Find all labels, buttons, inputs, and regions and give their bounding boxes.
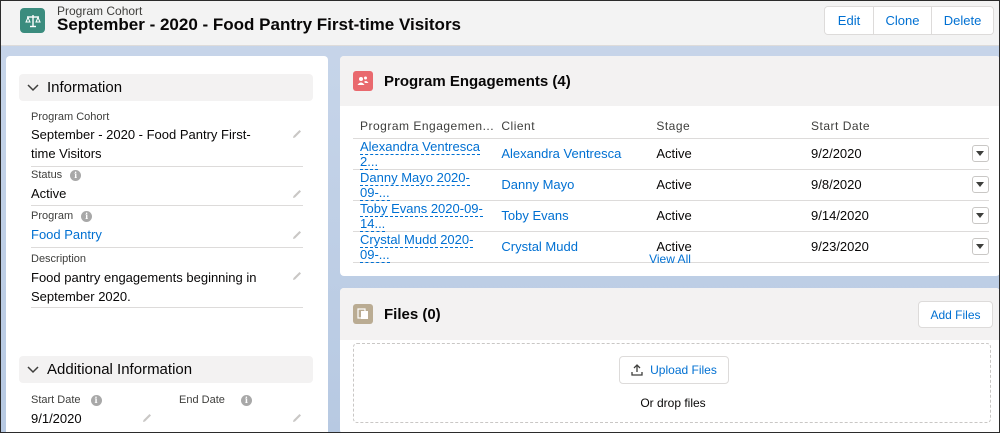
record-header: Program Cohort September - 2020 - Food P… — [1, 1, 999, 46]
field-label: Start Date — [31, 394, 81, 406]
clone-button[interactable]: Clone — [874, 7, 932, 34]
table-row: Danny Mayo 2020-09-... Danny Mayo Active… — [353, 169, 989, 201]
field-label: Program — [31, 210, 74, 222]
field-value: September - 2020 - Food Pantry First-tim… — [31, 127, 251, 161]
engagement-link[interactable]: Danny Mayo 2020-09-... — [360, 169, 470, 201]
column-header[interactable]: Program Engagemen... — [353, 115, 495, 139]
table-header-row: Program Engagemen... Client Stage Start … — [353, 115, 989, 139]
row-actions-dropdown[interactable] — [971, 207, 989, 224]
card-header: Files (0) Add Files — [340, 288, 999, 340]
pencil-icon[interactable] — [291, 188, 303, 200]
upload-icon — [631, 364, 643, 376]
file-dropzone[interactable]: Upload Files Or drop files — [353, 343, 991, 423]
page-title: September - 2020 - Food Pantry First-tim… — [57, 15, 462, 34]
info-icon[interactable]: i — [240, 394, 252, 406]
row-actions-dropdown[interactable] — [971, 176, 989, 193]
app-frame: Program Cohort September - 2020 - Food P… — [0, 0, 1000, 433]
program-cohort-icon — [20, 8, 45, 33]
pencil-icon[interactable] — [291, 128, 303, 140]
engagement-icon — [353, 71, 373, 91]
files-icon — [353, 304, 373, 324]
card-header: Program Engagements (4) — [340, 56, 999, 106]
section-title: Information — [47, 79, 123, 96]
field-value: Active — [31, 186, 67, 201]
field-label: Description — [31, 253, 87, 265]
record-actions: Edit Clone Delete — [824, 6, 994, 35]
add-files-button[interactable]: Add Files — [918, 301, 993, 328]
caret-down-icon — [976, 182, 985, 187]
column-header[interactable]: Start Date — [804, 115, 959, 139]
program-field: Program i Food Pantry — [31, 210, 303, 248]
column-header[interactable]: Stage — [649, 115, 805, 139]
client-link[interactable]: Toby Evans — [494, 200, 650, 232]
stage-cell: Active — [649, 138, 805, 170]
table-row: Alexandra Ventresca 2... Alexandra Ventr… — [353, 138, 989, 170]
engagements-table: Program Engagemen... Client Stage Start … — [353, 115, 989, 263]
client-link[interactable]: Alexandra Ventresca — [494, 138, 650, 170]
status-field: Status i Active — [31, 169, 303, 206]
files-card: Files (0) Add Files Upload Files Or drop… — [340, 288, 999, 432]
program-cohort-field: Program Cohort September - 2020 - Food P… — [31, 111, 303, 167]
field-label: Program Cohort — [31, 111, 110, 123]
description-field: Description Food pantry engagements begi… — [31, 253, 303, 308]
card-title[interactable]: Program Engagements (4) — [384, 73, 571, 90]
caret-down-icon — [976, 244, 985, 249]
caret-down-icon — [976, 151, 985, 156]
field-label: Status — [31, 169, 63, 181]
chevron-down-icon — [19, 83, 47, 92]
column-header[interactable]: Client — [494, 115, 650, 139]
edit-button[interactable]: Edit — [825, 7, 874, 34]
start-date-cell: 9/14/2020 — [804, 200, 959, 232]
upload-files-button[interactable]: Upload Files — [619, 356, 729, 384]
info-icon[interactable]: i — [90, 394, 102, 406]
caret-down-icon — [976, 213, 985, 218]
field-value: Food pantry engagements beginning in Sep… — [31, 270, 257, 304]
program-link[interactable]: Food Pantry — [31, 225, 271, 244]
pencil-icon[interactable] — [291, 412, 303, 424]
card-title[interactable]: Files (0) — [384, 306, 441, 323]
stage-cell: Active — [649, 169, 805, 201]
pencil-icon[interactable] — [291, 270, 303, 282]
info-icon[interactable]: i — [81, 210, 93, 222]
section-title: Additional Information — [47, 361, 193, 378]
start-date-cell: 9/8/2020 — [804, 169, 959, 201]
delete-button[interactable]: Delete — [932, 7, 993, 34]
pencil-icon[interactable] — [291, 229, 303, 241]
details-card: Information Program Cohort September - 2… — [6, 56, 328, 432]
engagement-link[interactable]: Toby Evans 2020-09-14... — [360, 200, 483, 232]
program-engagements-card: Program Engagements (4) Program Engageme… — [340, 56, 999, 276]
field-value: 9/1/2020 — [31, 411, 82, 426]
table-row: Toby Evans 2020-09-14... Toby Evans Acti… — [353, 200, 989, 232]
additional-info-section-toggle[interactable]: Additional Information — [19, 356, 313, 383]
view-all-link[interactable]: View All — [340, 252, 999, 266]
engagement-link[interactable]: Alexandra Ventresca 2... — [360, 138, 480, 170]
stage-cell: Active — [649, 200, 805, 232]
start-date-field: Start Date i 9/1/2020 — [31, 394, 155, 432]
information-section-toggle[interactable]: Information — [19, 74, 313, 101]
row-actions-dropdown[interactable] — [971, 145, 989, 162]
chevron-down-icon — [19, 365, 47, 374]
field-label: End Date — [179, 394, 225, 406]
client-link[interactable]: Danny Mayo — [494, 169, 650, 201]
info-icon[interactable]: i — [70, 169, 82, 181]
upload-files-label: Upload Files — [650, 363, 717, 377]
drop-files-text: Or drop files — [640, 396, 706, 410]
start-date-cell: 9/2/2020 — [804, 138, 959, 170]
pencil-icon[interactable] — [141, 412, 153, 424]
end-date-field: End Date i — [179, 394, 303, 432]
